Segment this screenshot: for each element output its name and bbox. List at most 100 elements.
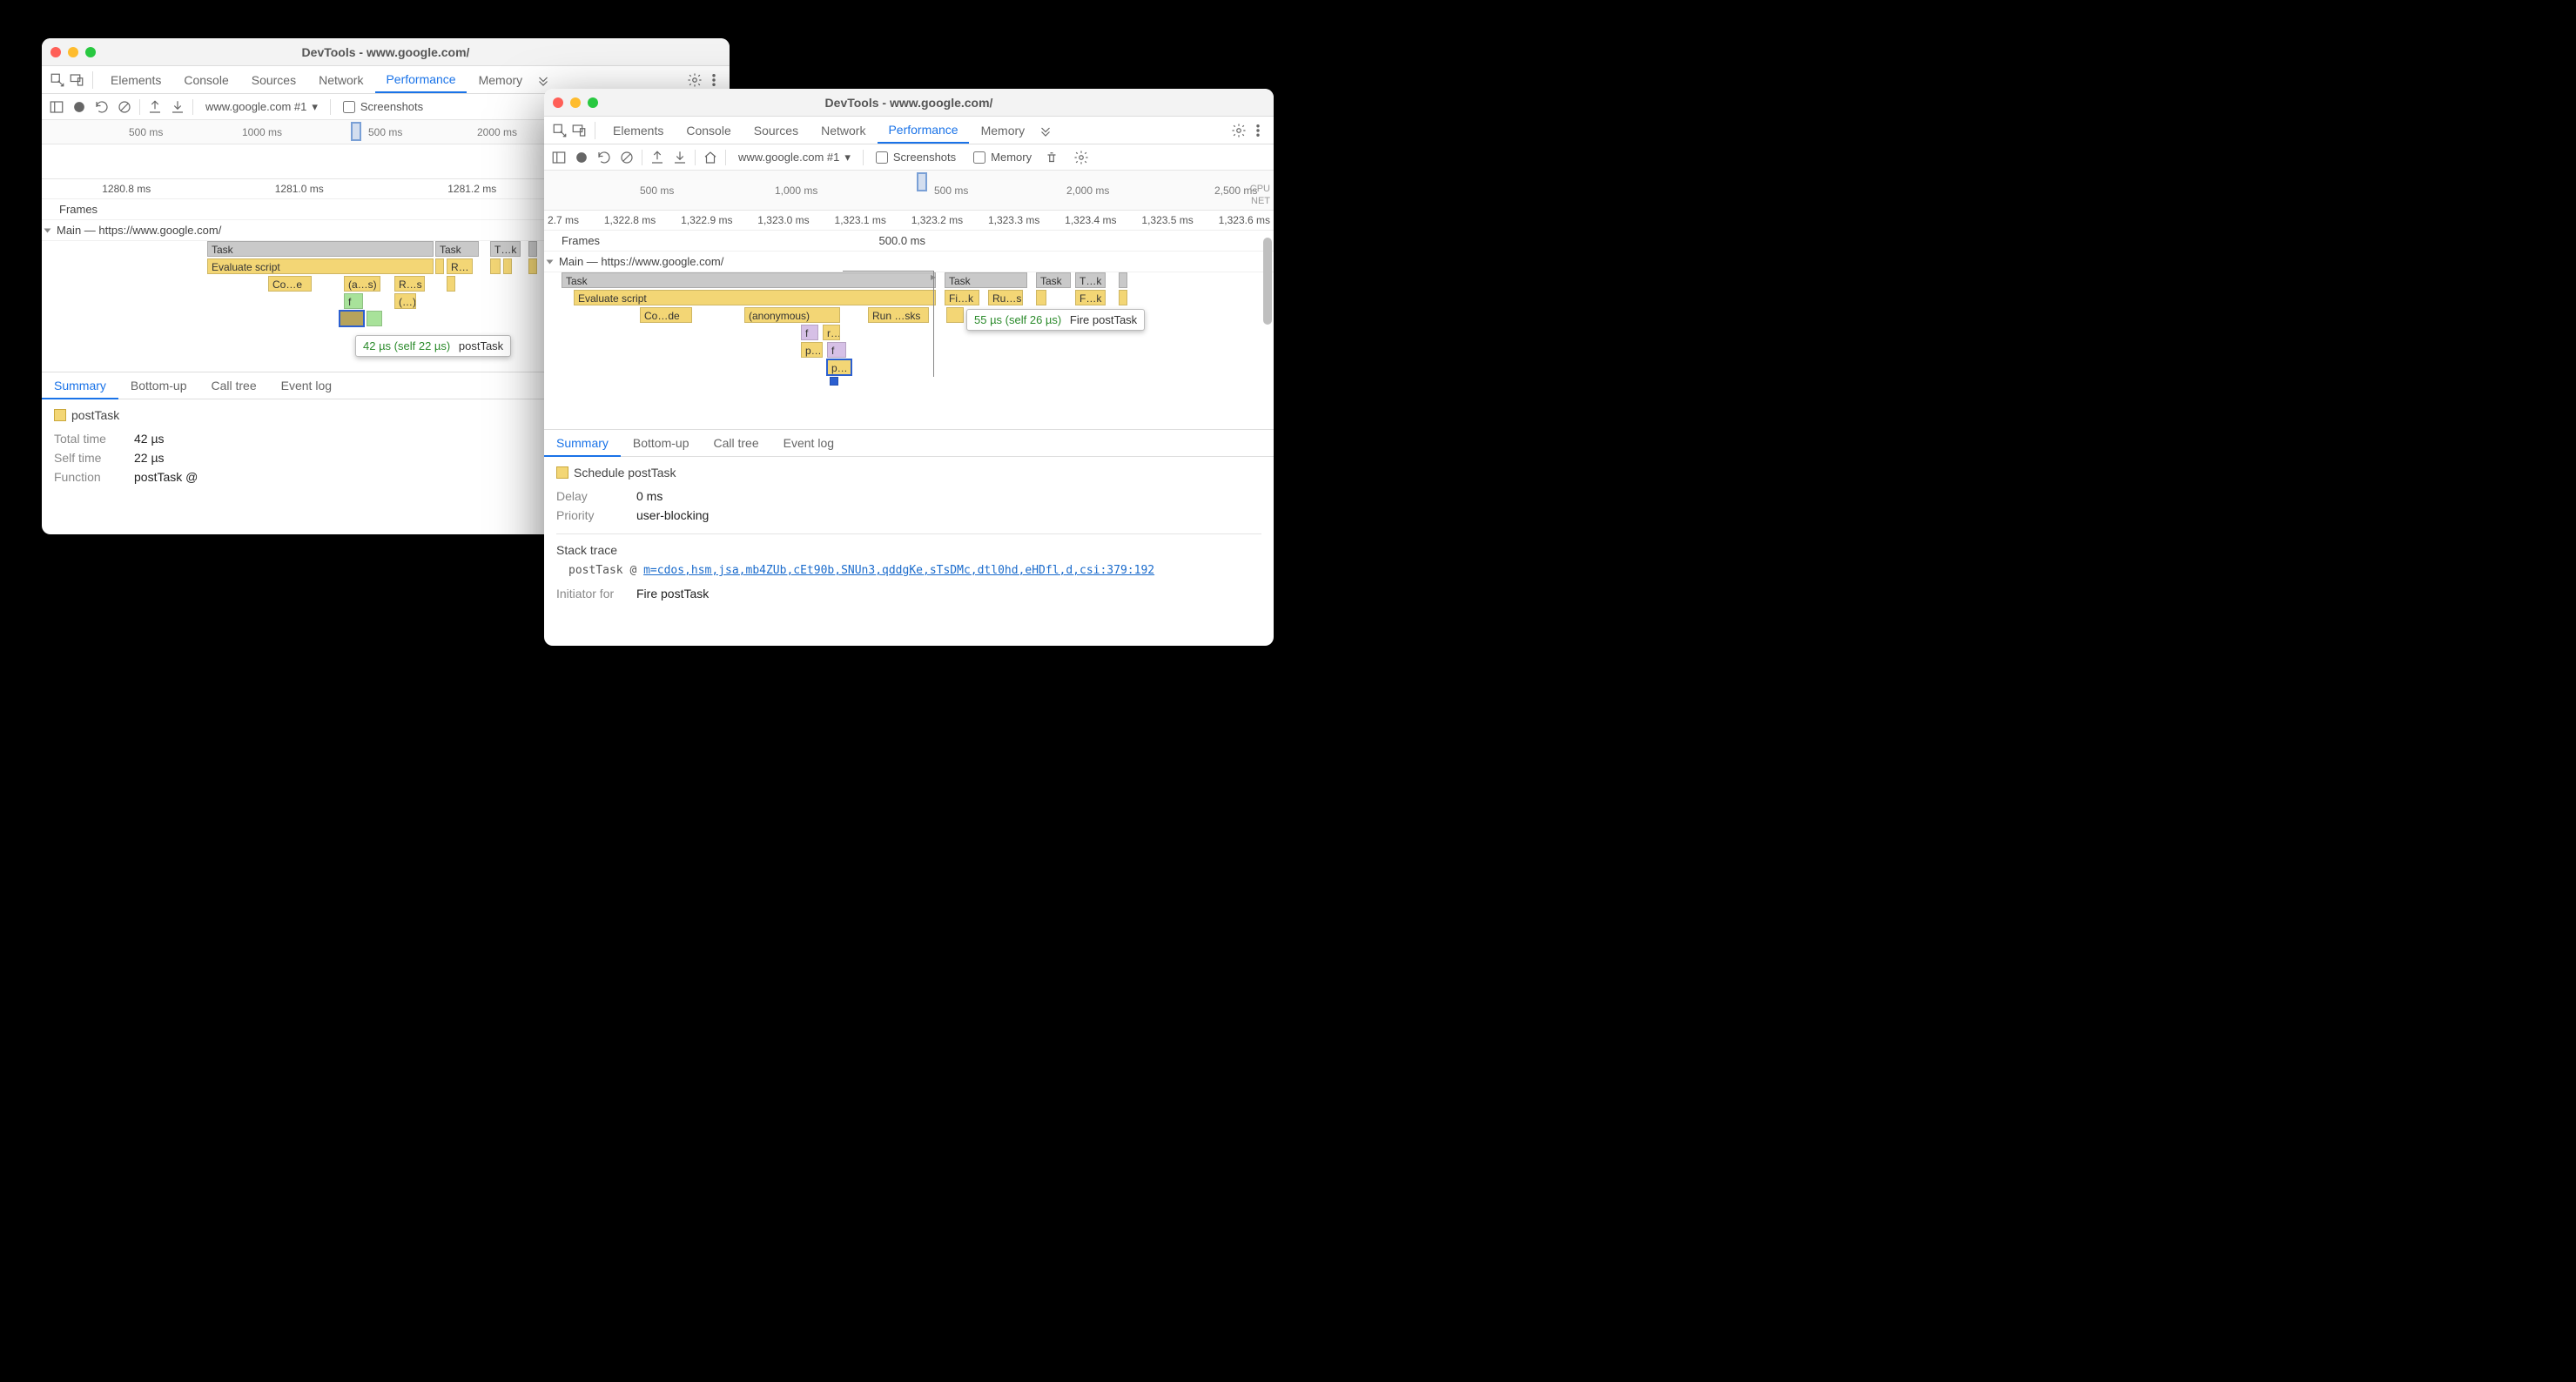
- flame-event[interactable]: R…s: [394, 276, 425, 292]
- screenshots-checkbox[interactable]: Screenshots: [338, 98, 428, 115]
- flame-event[interactable]: F…k: [1075, 290, 1106, 305]
- titlebar[interactable]: DevTools - www.google.com/: [42, 38, 730, 66]
- playhead[interactable]: [351, 122, 361, 141]
- flame-event-task[interactable]: [528, 241, 537, 257]
- device-toggle-icon[interactable]: [570, 122, 588, 139]
- clear-icon[interactable]: [117, 99, 132, 115]
- flame-event[interactable]: [946, 307, 964, 323]
- flame-event[interactable]: [503, 258, 512, 274]
- toggle-side-panel-icon[interactable]: [551, 150, 567, 165]
- memory-checkbox[interactable]: Memory: [968, 149, 1037, 165]
- home-icon[interactable]: [703, 150, 718, 165]
- settings-gear-icon[interactable]: [686, 71, 703, 89]
- flame-event[interactable]: Co…de: [640, 307, 692, 323]
- memory-checkbox-input[interactable]: [973, 151, 985, 164]
- tab-console[interactable]: Console: [676, 118, 741, 143]
- reload-icon[interactable]: [596, 150, 612, 165]
- details-tab-event-log[interactable]: Event log: [771, 431, 846, 455]
- upload-icon[interactable]: [147, 99, 163, 115]
- details-tab-call-tree[interactable]: Call tree: [199, 373, 269, 398]
- record-icon[interactable]: [71, 99, 87, 115]
- flame-event-task[interactable]: Task: [207, 241, 434, 257]
- flame-event[interactable]: [528, 258, 537, 274]
- tab-performance[interactable]: Performance: [375, 67, 466, 93]
- time-ruler[interactable]: 2.7 ms 1,322.8 ms 1,322.9 ms 1,323.0 ms …: [544, 211, 1274, 231]
- details-tab-bottom-up[interactable]: Bottom-up: [621, 431, 702, 455]
- tab-network[interactable]: Network: [810, 118, 876, 143]
- flame-event[interactable]: p…: [801, 342, 823, 358]
- details-tab-summary[interactable]: Summary: [544, 431, 621, 457]
- disclosure-triangle-icon[interactable]: [44, 228, 51, 232]
- download-icon[interactable]: [170, 99, 185, 115]
- more-tabs-icon[interactable]: [1037, 122, 1054, 139]
- flame-event[interactable]: f: [801, 325, 818, 340]
- tab-network[interactable]: Network: [308, 68, 373, 92]
- collect-garbage-icon[interactable]: [1044, 150, 1059, 165]
- tab-memory[interactable]: Memory: [971, 118, 1036, 143]
- flame-event[interactable]: [1036, 290, 1046, 305]
- stack-trace-link[interactable]: m=cdos,hsm,jsa,mb4ZUb,cEt90b,SNUn3,qddgK…: [643, 564, 1154, 577]
- tab-elements[interactable]: Elements: [100, 68, 172, 92]
- flame-event[interactable]: Co…e: [268, 276, 312, 292]
- more-tabs-icon[interactable]: [535, 71, 552, 89]
- details-tab-call-tree[interactable]: Call tree: [702, 431, 771, 455]
- record-icon[interactable]: [574, 150, 589, 165]
- screenshots-checkbox-input[interactable]: [876, 151, 888, 164]
- settings-gear-icon[interactable]: [1230, 122, 1248, 139]
- tab-sources[interactable]: Sources: [743, 118, 809, 143]
- tab-console[interactable]: Console: [173, 68, 239, 92]
- tab-memory[interactable]: Memory: [468, 68, 534, 92]
- overview-ruler[interactable]: 500 ms 1,000 ms 500 ms 2,000 ms 2,500 ms…: [544, 171, 1274, 211]
- flame-event[interactable]: [1119, 290, 1127, 305]
- flame-event[interactable]: [490, 258, 501, 274]
- inspect-icon[interactable]: [551, 122, 568, 139]
- flame-event[interactable]: [435, 258, 444, 274]
- details-tab-bottom-up[interactable]: Bottom-up: [118, 373, 199, 398]
- inspect-icon[interactable]: [49, 71, 66, 89]
- flame-event[interactable]: R…: [447, 258, 473, 274]
- kebab-menu-icon[interactable]: [1249, 122, 1267, 139]
- titlebar[interactable]: DevTools - www.google.com/: [544, 89, 1274, 117]
- main-track-label[interactable]: Main — https://www.google.com/: [544, 252, 1274, 272]
- flame-event[interactable]: r…: [823, 325, 840, 340]
- flame-event-task[interactable]: T…k: [490, 241, 521, 257]
- flame-event-task[interactable]: [1119, 272, 1127, 288]
- flame-event-task[interactable]: Task: [945, 272, 1027, 288]
- flame-event-task[interactable]: Task: [435, 241, 479, 257]
- panel-settings-gear-icon[interactable]: [1073, 150, 1089, 165]
- playhead[interactable]: [917, 172, 927, 191]
- kebab-menu-icon[interactable]: [705, 71, 723, 89]
- screenshots-checkbox-input[interactable]: [343, 101, 355, 113]
- download-icon[interactable]: [672, 150, 688, 165]
- upload-icon[interactable]: [649, 150, 665, 165]
- screenshots-checkbox[interactable]: Screenshots: [871, 149, 961, 165]
- reload-icon[interactable]: [94, 99, 110, 115]
- flame-event-evaluate-script[interactable]: Evaluate script: [207, 258, 434, 274]
- toggle-side-panel-icon[interactable]: [49, 99, 64, 115]
- device-toggle-icon[interactable]: [68, 71, 85, 89]
- recording-select[interactable]: www.google.com #1 ▾: [200, 98, 323, 116]
- flame-event-fire-posttask[interactable]: Fi…k: [945, 290, 979, 305]
- flame-event[interactable]: (a…s): [344, 276, 380, 292]
- frames-track-label[interactable]: Frames 500.0 ms: [544, 231, 1274, 252]
- tab-elements[interactable]: Elements: [602, 118, 674, 143]
- tooltip-name: postTask: [459, 339, 503, 352]
- flame-event-posttask-selected[interactable]: [340, 311, 364, 326]
- details-tab-summary[interactable]: Summary: [42, 373, 118, 399]
- flame-chart[interactable]: Task Task Task T…k Evaluate script Fi…k …: [544, 272, 1274, 429]
- flame-event[interactable]: [367, 311, 382, 326]
- clear-icon[interactable]: [619, 150, 635, 165]
- tab-performance[interactable]: Performance: [878, 117, 968, 144]
- flame-event[interactable]: Ru…s: [988, 290, 1023, 305]
- flame-event-anonymous[interactable]: (anonymous): [744, 307, 840, 323]
- flame-event[interactable]: [447, 276, 455, 292]
- tab-sources[interactable]: Sources: [241, 68, 306, 92]
- flame-event[interactable]: f: [344, 293, 363, 309]
- flame-event[interactable]: (…): [394, 293, 416, 309]
- flame-event-task[interactable]: Task: [1036, 272, 1071, 288]
- summary-title: postTask: [71, 408, 119, 422]
- flame-event-task[interactable]: T…k: [1075, 272, 1106, 288]
- disclosure-triangle-icon[interactable]: [547, 259, 554, 264]
- recording-select[interactable]: www.google.com #1 ▾: [733, 149, 856, 166]
- details-tab-event-log[interactable]: Event log: [269, 373, 344, 398]
